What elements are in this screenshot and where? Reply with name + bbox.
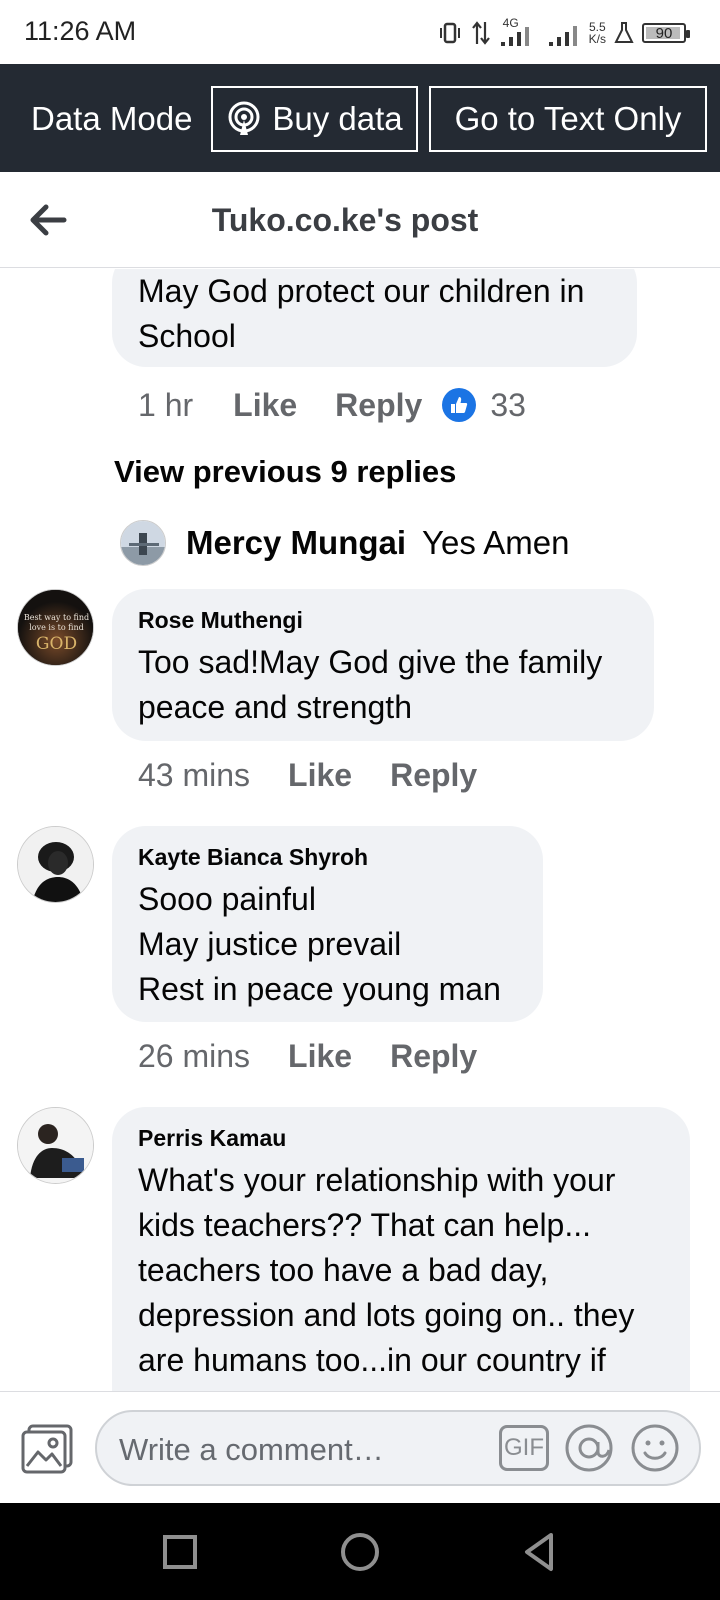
page-title: Tuko.co.ke's post: [211, 202, 479, 238]
comments-feed[interactable]: May God protect our children in School 1…: [0, 269, 720, 1391]
reply-text: Yes Amen: [422, 524, 570, 561]
comment-text-line: Too sad!May God give the family: [138, 644, 603, 680]
comment-text-line: kids teachers?? That can help...: [138, 1207, 592, 1243]
vibrate-icon: [439, 22, 460, 44]
comment-input[interactable]: Write a comment… GIF: [95, 1410, 701, 1486]
reply-button[interactable]: Reply: [390, 1038, 477, 1075]
system-nav-bar: [0, 1503, 720, 1600]
view-previous-replies[interactable]: View previous 9 replies: [114, 454, 456, 490]
text-only-label: Go to Text Only: [454, 100, 682, 137]
like-button[interactable]: Like: [288, 757, 352, 794]
recent-apps-icon[interactable]: [155, 1527, 205, 1577]
comment-text-line: are humans too...in our country if: [138, 1342, 606, 1378]
avatar[interactable]: [17, 826, 94, 903]
reaction-count: 33: [490, 386, 526, 423]
avatar-text: love is to find: [29, 623, 84, 632]
avatar[interactable]: [17, 1107, 94, 1184]
back-icon[interactable]: [515, 1527, 565, 1577]
like-button[interactable]: Like: [233, 387, 297, 424]
reply-author[interactable]: Mercy Mungai: [186, 524, 406, 562]
comment-text-line: School: [138, 318, 236, 354]
avatar-text: Best way to find: [24, 613, 89, 622]
comment-meta: 1 hr Like Reply 33: [138, 383, 526, 427]
comment-text-line: Rest in peace young man: [138, 971, 501, 1007]
comment-time: 43 mins: [138, 756, 251, 793]
signal-4g-icon: 4G: [499, 16, 539, 48]
text-only-button[interactable]: Go to Text Only: [429, 86, 707, 152]
comment-bubble[interactable]: Rose Muthengi Too sad!May God give the f…: [112, 589, 654, 741]
comment-text-line: teachers too have a bad day,: [138, 1252, 549, 1288]
comment-placeholder: Write a comment…: [119, 1432, 384, 1467]
comment-text-line: Sooo painful: [138, 881, 316, 917]
post-header: Tuko.co.ke's post: [0, 172, 720, 268]
comment-author[interactable]: Perris Kamau: [138, 1125, 690, 1152]
comment-meta: 43 mins Like Reply: [138, 753, 477, 797]
buy-data-button[interactable]: Buy data: [211, 86, 418, 152]
network-speed: 5.5 K/s: [589, 21, 606, 45]
comment-meta: 26 mins Like Reply: [138, 1034, 477, 1078]
comment-text-line: What's your relationship with your: [138, 1162, 616, 1198]
avatar[interactable]: Best way to find love is to find GOD: [17, 589, 94, 666]
avatar-text: GOD: [36, 634, 77, 654]
comment-text-line: May God protect our children in: [138, 273, 585, 309]
photo-gallery-icon[interactable]: [20, 1424, 74, 1474]
data-mode-bar: Data Mode Buy data Go to Text Only: [0, 64, 720, 172]
comment-author[interactable]: Rose Muthengi: [138, 607, 654, 634]
status-time: 11:26 AM: [24, 16, 137, 46]
comment-bubble[interactable]: May God protect our children in School: [112, 269, 637, 367]
like-button[interactable]: Like: [288, 1038, 352, 1075]
mention-icon[interactable]: [563, 1422, 615, 1474]
comment-bubble[interactable]: Kayte Bianca Shyroh Sooo painful May jus…: [112, 826, 543, 1022]
comment-text-line: depression and lots going on.. they: [138, 1297, 635, 1333]
reply-row[interactable]: Mercy Mungai Yes Amen: [120, 519, 569, 567]
comment-text-line: peace and strength: [138, 689, 412, 725]
signal-icon: [548, 26, 577, 46]
home-icon[interactable]: [335, 1527, 385, 1577]
comment-author[interactable]: Kayte Bianca Shyroh: [138, 844, 543, 871]
status-bar: 11:26 AM 4G 5.5 K/s 90: [0, 0, 720, 64]
battery-level: 90: [655, 24, 673, 42]
comment-text-line: May justice prevail: [138, 926, 402, 962]
emoji-icon[interactable]: [629, 1422, 681, 1474]
comment-time: 26 mins: [138, 1037, 251, 1074]
buy-data-label: Buy data: [272, 100, 403, 137]
reply-button[interactable]: Reply: [390, 757, 477, 794]
status-icons: 4G 5.5 K/s 90: [437, 16, 690, 50]
broadcast-icon: [228, 101, 260, 135]
data-transfer-icon: [471, 21, 490, 45]
thumbs-up-icon: [442, 388, 477, 422]
reply-button[interactable]: Reply: [335, 387, 422, 424]
battery-icon: 90: [642, 23, 690, 43]
gif-icon[interactable]: GIF: [499, 1425, 549, 1471]
data-mode-label: Data Mode: [31, 100, 193, 137]
speed-unit: K/s: [588, 32, 606, 46]
comment-time: 1 hr: [138, 386, 194, 423]
comment-composer: Write a comment… GIF: [0, 1391, 720, 1503]
flask-icon: [614, 22, 634, 43]
avatar[interactable]: [120, 520, 166, 566]
comment-bubble[interactable]: Perris Kamau What's your relationship wi…: [112, 1107, 690, 1391]
